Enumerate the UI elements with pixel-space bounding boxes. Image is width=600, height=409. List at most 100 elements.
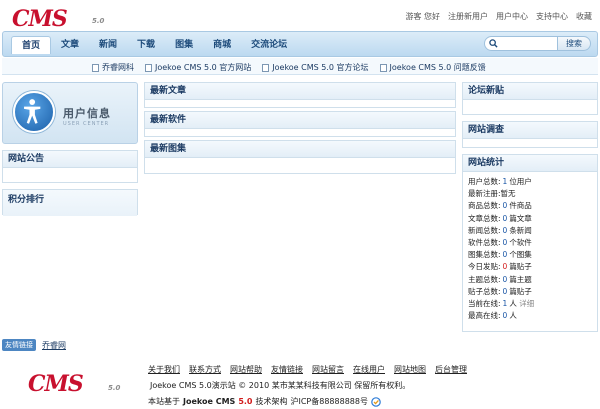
stat-unit: 篇主题	[509, 274, 532, 284]
search-bar: 搜索	[484, 36, 591, 51]
stat-label: 最新注册:	[468, 189, 501, 199]
latest-articles-panel: 最新文章	[144, 82, 456, 108]
main-navbar: 首页 文章 新闻 下载 图集 商城 交流论坛 搜索	[2, 31, 598, 57]
top-link-guest: 游客 您好	[405, 12, 440, 21]
quick-link-label: Joekoe CMS 5.0 官方论坛	[272, 63, 369, 72]
stat-software: 软件总数: 0 个软件	[468, 237, 592, 249]
stat-max-online: 最高在线: 0 人	[468, 310, 592, 322]
top-link-support[interactable]: 支持中心	[536, 11, 568, 22]
stat-value: 0	[502, 213, 508, 223]
survey-title: 网站调查	[463, 122, 597, 139]
powered-version: 5.0	[238, 397, 253, 406]
stat-value: 1	[502, 299, 508, 309]
nav-item-shop[interactable]: 商城	[203, 36, 241, 54]
latest-gallery-panel: 最新图集	[144, 140, 456, 174]
footer-link-about[interactable]: 关于我们	[148, 364, 180, 375]
ranking-panel: 积分排行	[2, 189, 138, 216]
stat-value: 0	[502, 262, 508, 272]
logo-brand: CMS	[12, 6, 68, 32]
copyright: Joekoe CMS 5.0演示站 © 2010 某市某某科技有限公司 保留所有…	[150, 381, 411, 390]
quick-link-label: Joekoe CMS 5.0 官方网站	[155, 63, 252, 72]
stat-value: 0	[502, 201, 508, 211]
nav-item-downloads[interactable]: 下载	[127, 36, 165, 54]
latest-software-panel: 最新软件	[144, 111, 456, 137]
user-center-icon	[13, 91, 55, 133]
stat-topics: 主题总数: 0 篇主题	[468, 274, 592, 286]
stat-value: 0	[502, 238, 508, 248]
stat-label: 用户总数:	[468, 177, 501, 186]
nav-item-articles[interactable]: 文章	[51, 36, 89, 54]
site-logo[interactable]: CMS 5.0	[12, 6, 108, 32]
stat-label: 今日发贴:	[468, 262, 501, 272]
powered-prefix: 本站基于	[148, 397, 180, 406]
friend-links: 友情链接 乔睿网	[2, 339, 66, 351]
latest-software-title: 最新软件	[145, 112, 455, 129]
top-link-user-center[interactable]: 用户中心	[496, 11, 528, 22]
nav-tabs: 首页 文章 新闻 下载 图集 商城 交流论坛	[11, 36, 297, 54]
footer-logo-brand: CMS	[28, 371, 84, 397]
stat-unit: 个图集	[509, 250, 532, 260]
user-center-subtitle: USER CENTER	[63, 121, 110, 127]
powered-suffix: 技术架构	[255, 397, 288, 406]
stat-unit: 人	[509, 299, 517, 309]
search-icon	[489, 39, 498, 48]
latest-articles-title: 最新文章	[145, 83, 455, 100]
friend-link-qiaorui[interactable]: 乔睿网	[42, 340, 66, 351]
search-input[interactable]	[484, 36, 558, 51]
survey-panel: 网站调查	[462, 121, 598, 148]
user-center-banner[interactable]: 用户信息 USER CENTER	[2, 82, 138, 144]
online-detail-link[interactable]: 详细	[519, 299, 534, 308]
stat-value: 0	[502, 225, 508, 235]
page-icon	[92, 63, 99, 72]
stat-label: 最高在线:	[468, 311, 501, 321]
certification-seal-icon	[371, 396, 381, 407]
footer-links: 关于我们 联系方式 网站帮助 友情链接 网站留言 在线用户 网站地图 后台管理	[148, 364, 467, 375]
quick-link-qiaorui[interactable]: 乔睿网科	[92, 62, 134, 73]
nav-item-home[interactable]: 首页	[11, 36, 52, 54]
stat-label: 图集总数:	[468, 250, 501, 260]
stat-label: 新闻总数:	[468, 225, 501, 235]
stat-unit: 篇贴子	[509, 286, 532, 296]
stat-newest: 最新注册:暂无	[468, 188, 592, 200]
site-stats-title: 网站统计	[463, 155, 597, 172]
stat-unit: 篇文章	[509, 213, 532, 223]
nav-item-forum[interactable]: 交流论坛	[241, 36, 297, 54]
stat-articles: 文章总数: 0 篇文章	[468, 213, 592, 225]
footer-link-contact[interactable]: 联系方式	[189, 364, 221, 375]
page-icon	[145, 63, 152, 72]
nav-item-gallery[interactable]: 图集	[165, 36, 203, 54]
footer-link-online-users[interactable]: 在线用户	[353, 364, 385, 375]
powered-brand: Joekoe CMS	[183, 397, 236, 406]
stat-label: 主题总数:	[468, 274, 501, 284]
quick-link-official-forum[interactable]: Joekoe CMS 5.0 官方论坛	[262, 62, 369, 73]
stat-label: 贴子总数:	[468, 286, 501, 296]
search-button[interactable]: 搜索	[558, 36, 591, 51]
quick-link-official-site[interactable]: Joekoe CMS 5.0 官方网站	[145, 62, 251, 73]
stat-unit: 个软件	[509, 238, 532, 248]
stat-unit: 条新闻	[509, 225, 532, 235]
footer-link-guestbook[interactable]: 网站留言	[312, 364, 344, 375]
notice-panel-title: 网站公告	[3, 151, 137, 168]
footer-link-help[interactable]: 网站帮助	[230, 364, 262, 375]
nav-item-news[interactable]: 新闻	[89, 36, 127, 54]
stat-products: 商品总数: 0 件商品	[468, 200, 592, 212]
top-links: 游客 您好 注册新用户 用户中心 支持中心 收藏	[405, 11, 592, 22]
footer-logo-version: 5.0	[108, 384, 121, 392]
footer-link-sitemap[interactable]: 网站地图	[394, 364, 426, 375]
forum-posts-panel: 论坛新贴	[462, 82, 598, 115]
ranking-panel-title: 积分排行	[3, 190, 137, 216]
footer-link-admin[interactable]: 后台管理	[435, 364, 467, 375]
footer-link-friends[interactable]: 友情链接	[271, 364, 303, 375]
icp-number[interactable]: 沪ICP备88888888号	[290, 396, 368, 407]
stat-value: 暂无	[500, 189, 516, 199]
quick-link-feedback[interactable]: Joekoe CMS 5.0 问题反馈	[379, 62, 486, 73]
stat-value: 0	[502, 286, 508, 296]
top-link-register[interactable]: 注册新用户	[448, 11, 488, 22]
stat-label: 文章总数:	[468, 213, 501, 223]
friend-links-tag: 友情链接	[2, 339, 36, 351]
footer-logo: CMS 5.0	[28, 371, 124, 397]
stat-online: 当前在线: 1 人 详细	[468, 298, 592, 310]
stat-value: 0	[502, 250, 508, 260]
top-link-favorite[interactable]: 收藏	[576, 11, 592, 22]
stats-list: 用户总数: 1 位用户 最新注册:暂无 商品总数: 0 件商品 文章总数: 0 篇文章 新闻…	[463, 172, 597, 326]
